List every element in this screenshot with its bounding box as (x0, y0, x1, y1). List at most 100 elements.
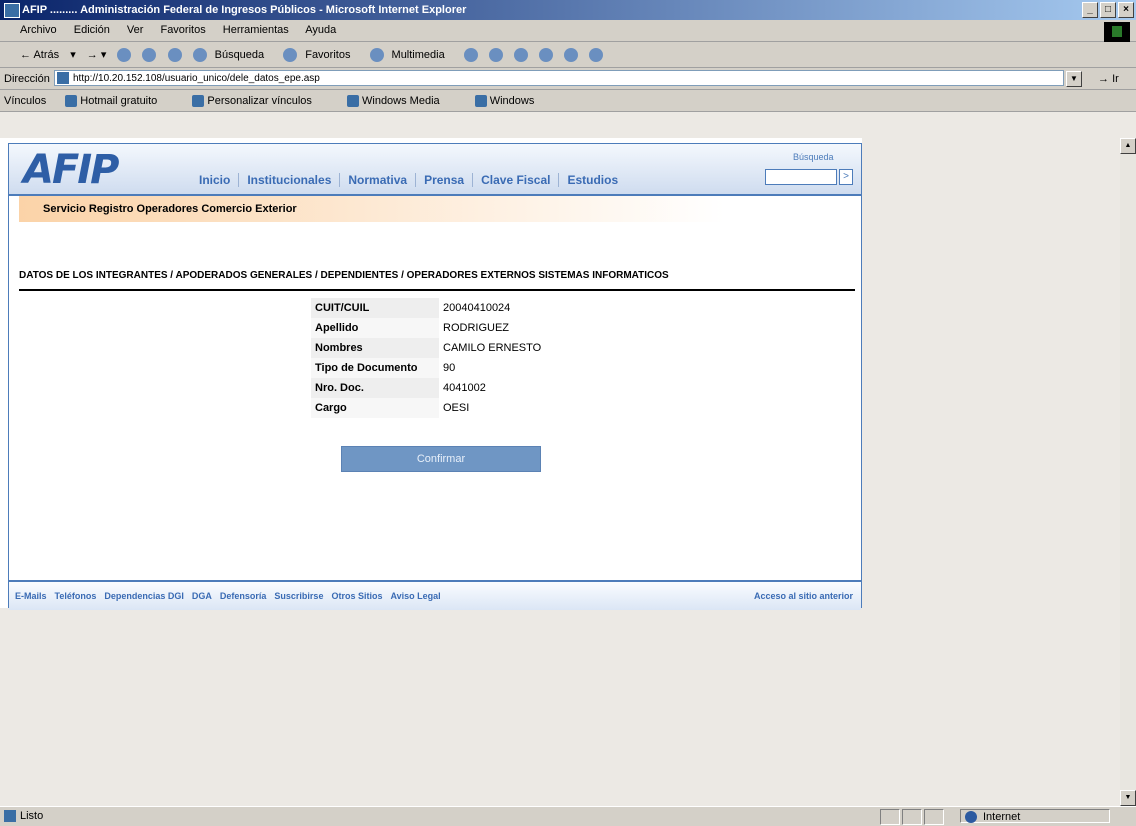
print-icon[interactable] (513, 48, 528, 63)
edit-icon[interactable] (538, 48, 553, 63)
window-controls: _ □ × (1082, 2, 1134, 18)
link-windows-media-label: Windows Media (362, 95, 440, 107)
address-dropdown-icon[interactable]: ▼ (1066, 71, 1082, 87)
footer-link-telefonos[interactable]: Teléfonos (55, 591, 97, 601)
link-personalizar[interactable]: Personalizar vínculos (192, 95, 328, 108)
home-icon[interactable] (167, 48, 182, 63)
status-text: Listo (20, 810, 44, 822)
scroll-up-icon[interactable]: ▲ (1120, 138, 1136, 154)
table-row: CUIT/CUIL 20040410024 (311, 298, 563, 318)
search-button[interactable]: Búsqueda (192, 48, 273, 63)
page-icon (57, 72, 69, 84)
favorites-label: Favoritos (305, 49, 351, 61)
viewport-right-area (862, 138, 1120, 806)
back-button[interactable]: ← Atrás ▾ (20, 49, 76, 61)
field-value: 90 (439, 358, 563, 378)
window-title: AFIP ......... Administración Federal de… (22, 4, 467, 16)
search-label: Búsqueda (214, 49, 265, 61)
forward-button[interactable]: → ▾ (87, 49, 107, 61)
address-url: http://10.20.152.108/usuario_unico/dele_… (73, 73, 320, 84)
close-button[interactable]: × (1118, 2, 1134, 18)
standard-toolbar: ← Atrás ▾ → ▾ Búsqueda Favoritos Multime… (0, 42, 1136, 68)
maximize-button[interactable]: □ (1100, 2, 1116, 18)
field-value: 20040410024 (439, 298, 563, 318)
footer-link-sitio-anterior[interactable]: Acceso al sitio anterior (754, 591, 853, 601)
menu-favoritos[interactable]: Favoritos (160, 24, 205, 36)
favorites-button[interactable]: Favoritos (283, 48, 358, 63)
field-value: CAMILO ERNESTO (439, 338, 563, 358)
stop-icon[interactable] (117, 48, 132, 63)
back-label: Atrás (33, 49, 60, 61)
menu-edicion[interactable]: Edición (74, 24, 110, 36)
field-label: Apellido (311, 318, 439, 338)
field-label: Cargo (311, 398, 439, 418)
site-search-button[interactable]: > (839, 169, 853, 185)
field-value: 4041002 (439, 378, 563, 398)
link-windows[interactable]: Windows (474, 95, 551, 108)
page-status-icon (4, 810, 16, 822)
table-row: Tipo de Documento 90 (311, 358, 563, 378)
footer-link-otros-sitios[interactable]: Otros Sitios (331, 591, 382, 601)
minimize-button[interactable]: _ (1082, 2, 1098, 18)
address-input[interactable]: http://10.20.152.108/usuario_unico/dele_… (54, 70, 1064, 86)
mail-icon[interactable] (488, 48, 503, 63)
ie-app-icon (4, 3, 20, 18)
security-zone: Internet (960, 809, 1110, 823)
discuss-icon[interactable] (564, 48, 579, 63)
windows-logo-icon (1104, 22, 1130, 42)
vertical-scrollbar[interactable]: ▲ ▼ (1120, 138, 1136, 806)
nav-estudios[interactable]: Estudios (558, 173, 626, 187)
footer-link-suscribirse[interactable]: Suscribirse (274, 591, 323, 601)
site-search-input[interactable] (765, 169, 837, 185)
menu-ayuda[interactable]: Ayuda (305, 24, 336, 36)
viewport-top-area (0, 112, 1136, 138)
link-icon (347, 95, 359, 108)
nav-normativa[interactable]: Normativa (339, 173, 415, 187)
window-titlebar: AFIP ......... Administración Federal de… (0, 0, 1136, 20)
history-icon[interactable] (463, 48, 478, 63)
nav-institucionales[interactable]: Institucionales (238, 173, 339, 187)
link-windows-media[interactable]: Windows Media (347, 95, 456, 108)
multimedia-icon (369, 48, 384, 63)
address-bar: Dirección http://10.20.152.108/usuario_u… (0, 68, 1136, 90)
footer-links: E-Mails Teléfonos Dependencias DGI DGA D… (15, 591, 441, 601)
refresh-icon[interactable] (142, 48, 157, 63)
main-nav: Inicio Institucionales Normativa Prensa … (191, 173, 626, 187)
status-bar: Listo Internet (0, 806, 1136, 826)
search-box-label: Búsqueda (793, 152, 834, 162)
go-button[interactable]: → Ir (1098, 73, 1119, 85)
footer-link-dga[interactable]: DGA (192, 591, 212, 601)
confirm-button[interactable]: Confirmar (341, 446, 541, 472)
footer-link-emails[interactable]: E-Mails (15, 591, 47, 601)
multimedia-button[interactable]: Multimedia (369, 48, 453, 63)
multimedia-label: Multimedia (391, 49, 445, 61)
page-footer: E-Mails Teléfonos Dependencias DGI DGA D… (9, 580, 861, 610)
nav-inicio[interactable]: Inicio (191, 173, 238, 187)
person-data-table: CUIT/CUIL 20040410024 Apellido RODRIGUEZ N… (311, 298, 563, 418)
menu-ver[interactable]: Ver (127, 24, 144, 36)
link-icon (65, 95, 78, 108)
status-cells (880, 809, 944, 825)
nav-prensa[interactable]: Prensa (415, 173, 472, 187)
nav-clave-fiscal[interactable]: Clave Fiscal (472, 173, 558, 187)
zone-label: Internet (983, 811, 1021, 823)
table-row: Apellido RODRIGUEZ (311, 318, 563, 338)
table-row: Cargo OESI (311, 398, 563, 418)
scroll-down-icon[interactable]: ▼ (1120, 790, 1136, 806)
footer-link-dependencias[interactable]: Dependencias DGI (104, 591, 184, 601)
afip-page: AFIP Inicio Institucionales Normativa Pr… (8, 143, 862, 610)
link-windows-label: Windows (489, 95, 535, 107)
footer-link-defensoria[interactable]: Defensoría (220, 591, 267, 601)
field-label: CUIT/CUIL (311, 298, 439, 318)
link-hotmail-label: Hotmail gratuito (80, 95, 158, 107)
section-divider (19, 289, 855, 291)
viewport-bottom-area (0, 608, 862, 806)
afip-logo[interactable]: AFIP (23, 150, 119, 190)
menu-herramientas[interactable]: Herramientas (223, 24, 289, 36)
menu-archivo[interactable]: Archivo (20, 24, 57, 36)
link-personalizar-label: Personalizar vínculos (207, 95, 312, 107)
link-hotmail[interactable]: Hotmail gratuito (65, 95, 173, 108)
messenger-icon[interactable] (589, 48, 604, 63)
page-header: AFIP Inicio Institucionales Normativa Pr… (9, 144, 861, 196)
footer-link-aviso-legal[interactable]: Aviso Legal (390, 591, 440, 601)
